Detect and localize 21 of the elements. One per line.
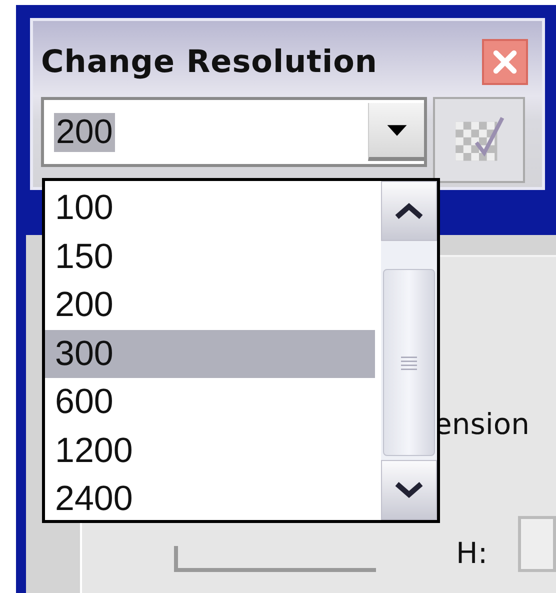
list-item[interactable]: 2400	[45, 475, 375, 524]
height-label: H:	[456, 536, 488, 570]
close-button[interactable]	[482, 39, 528, 85]
list-item[interactable]: 200	[45, 281, 375, 330]
scroll-up-button[interactable]	[381, 181, 437, 241]
chevron-up-icon	[394, 202, 424, 220]
scroll-thumb[interactable]	[383, 269, 435, 456]
caret-icon	[386, 124, 408, 136]
list-item[interactable]: 100	[45, 184, 375, 232]
list-item[interactable]: 600	[45, 378, 375, 426]
list-item[interactable]: 300	[45, 330, 375, 378]
scroll-down-button[interactable]	[381, 460, 437, 520]
combo-value: 200	[54, 112, 115, 152]
dropdown-button[interactable]	[368, 103, 424, 161]
grip-icon	[401, 356, 417, 370]
window-title: Change Resolution	[41, 44, 378, 80]
resolution-combo-box[interactable]: 200	[41, 97, 427, 167]
list-item[interactable]: 1200	[45, 426, 375, 475]
list-item[interactable]: 150	[45, 232, 375, 281]
chevron-down-icon	[394, 481, 424, 499]
height-field[interactable]	[518, 516, 556, 572]
